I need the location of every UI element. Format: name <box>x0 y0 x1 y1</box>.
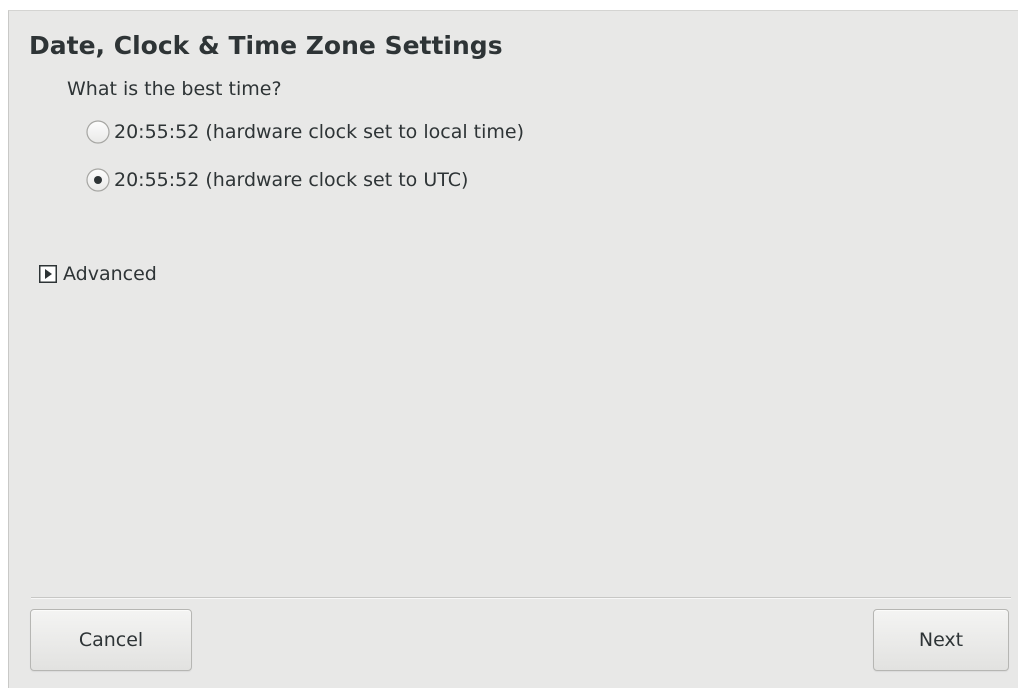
dialog-window: Date, Clock & Time Zone Settings What is… <box>8 10 1018 688</box>
advanced-expander[interactable]: Advanced <box>39 263 157 285</box>
cancel-button[interactable]: Cancel <box>30 609 192 671</box>
question-label: What is the best time? <box>67 78 282 100</box>
top-strip <box>0 0 1018 10</box>
triangle-right-icon[interactable] <box>39 265 57 283</box>
next-button[interactable]: Next <box>873 609 1009 671</box>
button-separator <box>31 597 1011 599</box>
radio-unchecked-icon[interactable] <box>84 118 112 146</box>
radio-checked-icon[interactable] <box>84 166 112 194</box>
radio-local-time[interactable]: 20:55:52 (hardware clock set to local ti… <box>84 118 524 146</box>
radio-utc[interactable]: 20:55:52 (hardware clock set to UTC) <box>84 166 468 194</box>
radio-utc-label[interactable]: 20:55:52 (hardware clock set to UTC) <box>114 169 468 191</box>
radio-local-time-label[interactable]: 20:55:52 (hardware clock set to local ti… <box>114 121 524 143</box>
page-title: Date, Clock & Time Zone Settings <box>29 31 503 60</box>
advanced-label[interactable]: Advanced <box>63 263 157 285</box>
